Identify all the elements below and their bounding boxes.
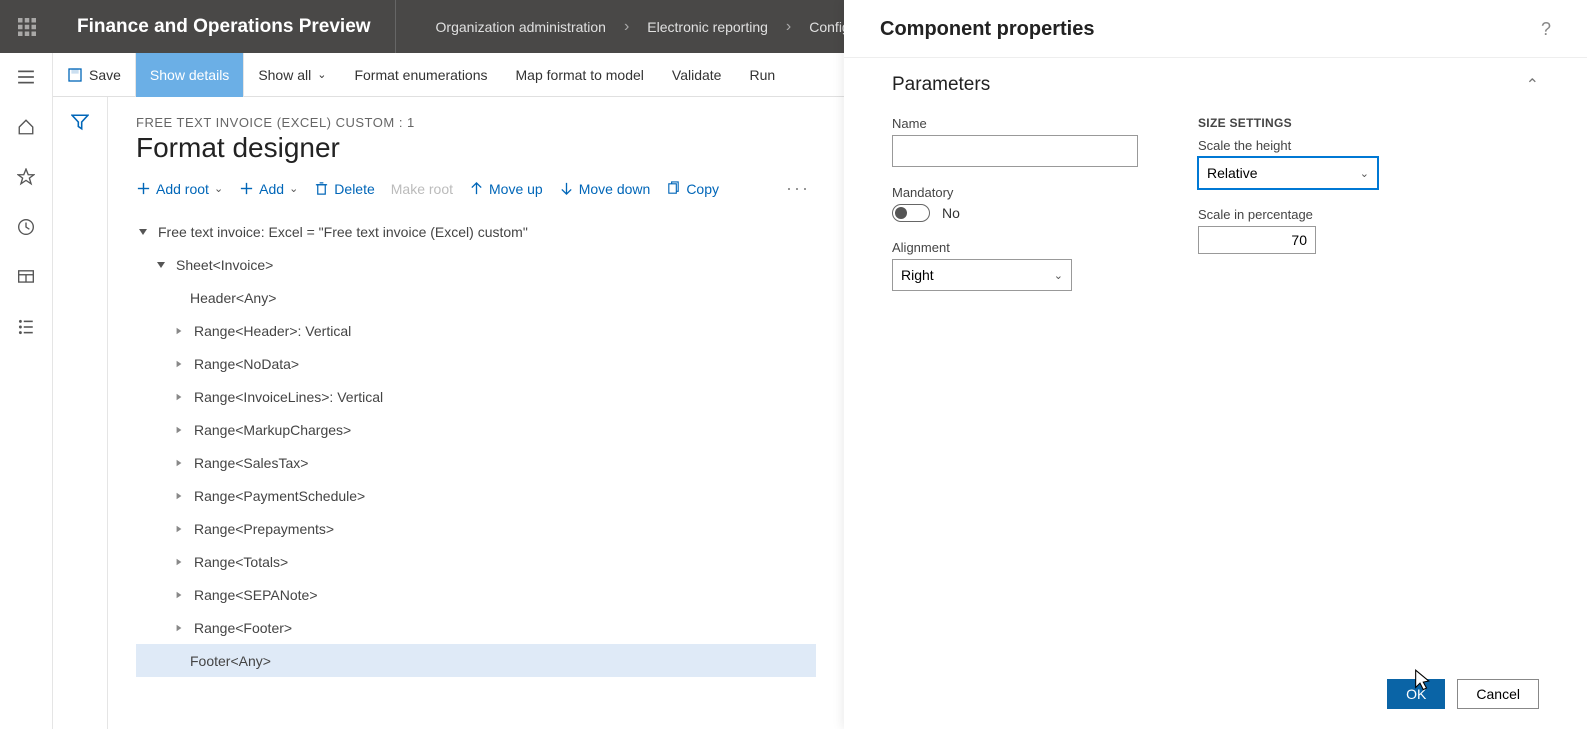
caret-right-icon[interactable] — [172, 390, 186, 404]
map-format-button[interactable]: Map format to model — [502, 53, 658, 97]
tree-node[interactable]: Range<Prepayments> — [136, 512, 816, 545]
show-details-button[interactable]: Show details — [136, 53, 244, 97]
save-label: Save — [89, 67, 121, 83]
tree-node[interactable]: Range<Totals> — [136, 545, 816, 578]
caret-right-icon[interactable] — [172, 588, 186, 602]
workspace-icon[interactable] — [14, 265, 38, 289]
tree-node-sheet[interactable]: Sheet<Invoice> — [136, 248, 816, 281]
caret-right-icon[interactable] — [172, 555, 186, 569]
alignment-value: Right — [901, 267, 934, 283]
show-details-label: Show details — [150, 67, 229, 83]
star-icon[interactable] — [14, 165, 38, 189]
scale-height-label: Scale the height — [1198, 138, 1378, 153]
command-bar: Save Show details Show all ⌄ Format enum… — [53, 53, 844, 97]
alignment-select[interactable]: Right ⌄ — [892, 259, 1072, 291]
make-root-button: Make root — [391, 181, 453, 197]
save-button[interactable]: Save — [53, 53, 136, 97]
breadcrumb: Organization administration › Electronic… — [396, 18, 900, 36]
chevron-right-icon: › — [624, 18, 629, 36]
designer-toolbar: Add root ⌄ Add ⌄ Delete Make root Move u… — [136, 178, 816, 199]
more-actions-button[interactable]: ··· — [786, 178, 810, 199]
properties-panel: Component properties ? Parameters ⌃ Name… — [844, 0, 1587, 729]
tree-node[interactable]: Range<NoData> — [136, 347, 816, 380]
main-content: FREE TEXT INVOICE (EXCEL) CUSTOM : 1 For… — [108, 97, 844, 729]
tree-node[interactable]: Range<MarkupCharges> — [136, 413, 816, 446]
tree-node[interactable]: Range<Header>: Vertical — [136, 314, 816, 347]
fields: Name Mandatory No Alignment Right ⌄ — [892, 116, 1539, 309]
waffle-icon[interactable] — [0, 0, 53, 53]
mandatory-toggle[interactable] — [892, 204, 930, 222]
scale-height-value: Relative — [1207, 165, 1258, 181]
panel-footer: OK Cancel — [844, 667, 1587, 729]
chevron-down-icon: ⌄ — [1360, 167, 1369, 180]
run-button[interactable]: Run — [735, 53, 789, 97]
caret-right-icon[interactable] — [172, 621, 186, 635]
app-title: Finance and Operations Preview — [53, 0, 396, 53]
tree-node-selected[interactable]: Footer<Any> — [136, 644, 816, 677]
caret-right-icon[interactable] — [172, 489, 186, 503]
filter-column — [53, 97, 108, 729]
caret-down-icon[interactable] — [136, 225, 150, 239]
mandatory-label: Mandatory — [892, 185, 1138, 200]
help-icon[interactable]: ? — [1541, 19, 1551, 40]
section-header[interactable]: Parameters ⌃ — [892, 74, 1539, 96]
scale-pct-input[interactable] — [1198, 226, 1316, 254]
tree-node-root[interactable]: Free text invoice: Excel = "Free text in… — [136, 215, 816, 248]
hamburger-icon[interactable] — [14, 65, 38, 89]
caret-right-icon[interactable] — [172, 522, 186, 536]
filter-icon[interactable] — [71, 113, 89, 729]
name-label: Name — [892, 116, 1138, 131]
caret-right-icon[interactable] — [172, 456, 186, 470]
tree-node[interactable]: Range<PaymentSchedule> — [136, 479, 816, 512]
move-up-button[interactable]: Move up — [469, 181, 543, 197]
format-tree: Free text invoice: Excel = "Free text in… — [136, 215, 816, 677]
list-icon[interactable] — [14, 315, 38, 339]
tree-node[interactable]: Range<SalesTax> — [136, 446, 816, 479]
chevron-down-icon: ⌄ — [289, 182, 298, 195]
tree-node[interactable]: Range<InvoiceLines>: Vertical — [136, 380, 816, 413]
tree-node[interactable]: Header<Any> — [136, 281, 816, 314]
caret-right-icon[interactable] — [172, 357, 186, 371]
chevron-down-icon: ⌄ — [214, 182, 223, 195]
page-title: Format designer — [136, 132, 816, 164]
name-input[interactable] — [892, 135, 1138, 167]
chevron-down-icon: ⌄ — [317, 68, 326, 81]
panel-header: Component properties ? — [844, 0, 1587, 58]
add-root-button[interactable]: Add root ⌄ — [136, 181, 223, 197]
recent-icon[interactable] — [14, 215, 38, 239]
scale-height-select[interactable]: Relative ⌄ — [1198, 157, 1378, 189]
tree-node[interactable]: Range<Footer> — [136, 611, 816, 644]
breadcrumb-item[interactable]: Electronic reporting — [647, 19, 768, 35]
show-all-label: Show all — [258, 67, 311, 83]
copy-button[interactable]: Copy — [666, 181, 719, 197]
validate-button[interactable]: Validate — [658, 53, 736, 97]
add-button[interactable]: Add ⌄ — [239, 181, 298, 197]
ok-button[interactable]: OK — [1387, 679, 1445, 709]
home-icon[interactable] — [14, 115, 38, 139]
chevron-right-icon: › — [786, 18, 791, 36]
breadcrumb-item[interactable]: Organization administration — [436, 19, 606, 35]
cancel-button[interactable]: Cancel — [1457, 679, 1539, 709]
move-down-button[interactable]: Move down — [559, 181, 651, 197]
panel-body: Parameters ⌃ Name Mandatory No Alignment — [844, 58, 1587, 667]
section-title: Parameters — [892, 74, 990, 96]
chevron-up-icon[interactable]: ⌃ — [1526, 75, 1539, 95]
config-path: FREE TEXT INVOICE (EXCEL) CUSTOM : 1 — [136, 115, 816, 130]
left-nav-rail — [0, 53, 53, 729]
mandatory-value: No — [942, 205, 960, 221]
caret-down-icon[interactable] — [154, 258, 168, 272]
tree-node[interactable]: Range<SEPANote> — [136, 578, 816, 611]
delete-button[interactable]: Delete — [314, 181, 374, 197]
chevron-down-icon: ⌄ — [1054, 269, 1063, 282]
alignment-label: Alignment — [892, 240, 1138, 255]
caret-right-icon[interactable] — [172, 324, 186, 338]
format-enumerations-button[interactable]: Format enumerations — [340, 53, 501, 97]
size-settings-header: SIZE SETTINGS — [1198, 116, 1378, 130]
show-all-button[interactable]: Show all ⌄ — [244, 53, 340, 97]
scale-pct-label: Scale in percentage — [1198, 207, 1378, 222]
caret-right-icon[interactable] — [172, 423, 186, 437]
panel-title: Component properties — [880, 18, 1094, 41]
